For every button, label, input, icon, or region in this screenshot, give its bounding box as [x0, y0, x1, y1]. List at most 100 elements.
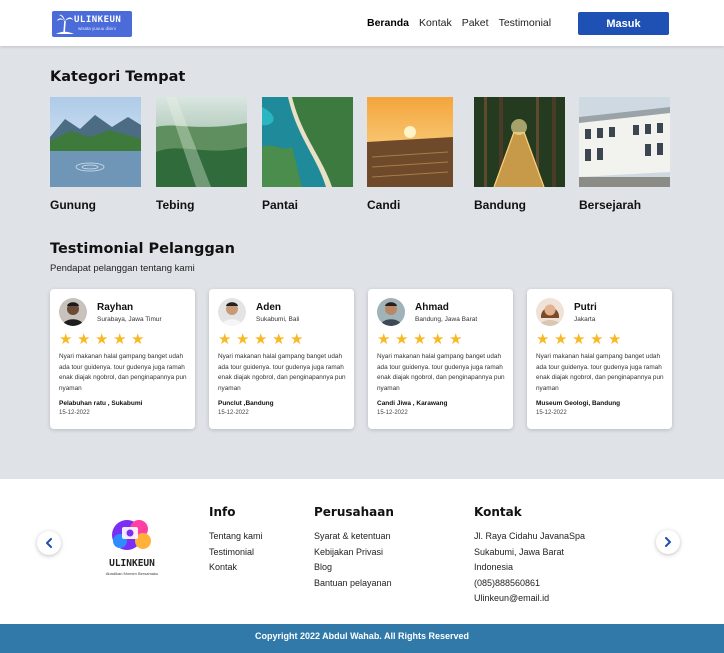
category-card-gunung[interactable]: Gunung [50, 97, 141, 212]
logo-text: ULINKEUN [74, 15, 122, 25]
footer-link-privasi[interactable]: Kebijakan Privasi [314, 547, 392, 563]
review-date: 15-12-2022 [218, 410, 249, 416]
footer-contact-info: Jl. Raya Cidahu JavanaSpa Sukabumi, Jawa… [474, 531, 585, 609]
museum-building-photo [579, 97, 670, 187]
star-icon: ★ [608, 331, 622, 348]
category-card-pantai[interactable]: Pantai [262, 97, 353, 212]
category-label: Pantai [262, 198, 299, 212]
mountain-lake-photo [50, 97, 141, 187]
nav-link-beranda[interactable]: Beranda [367, 17, 409, 29]
category-card-tebing[interactable]: Tebing [156, 97, 247, 212]
footer-contact-title: Kontak [474, 505, 522, 519]
footer-logo: ULINKEUN Abadikan Momen Bersamaku [103, 515, 161, 581]
reviewer-name: Ahmad [415, 302, 449, 313]
rating-stars: ★ ★ ★ ★ ★ [218, 331, 304, 348]
temple-sunset-photo [367, 97, 453, 187]
avatar [218, 298, 246, 326]
star-icon: ★ [590, 331, 604, 348]
category-label: Candi [367, 198, 401, 212]
testimonial-card: Ahmad Bandung, Jawa Barat ★ ★ ★ ★ ★ Nyari ma… [368, 289, 513, 429]
footer-logo-tagline: Abadikan Momen Bersamaku [106, 571, 158, 576]
reviewer-city: Jakarta [574, 316, 596, 323]
star-icon: ★ [131, 331, 145, 348]
footer-link-blog[interactable]: Blog [314, 562, 392, 578]
palm-tree-icon [56, 14, 74, 35]
testimonial-card: Aden Sukabumi, Bali ★ ★ ★ ★ ★ Nyari makanan … [209, 289, 354, 429]
reviewer-city: Surabaya, Jawa Timur [97, 316, 162, 323]
logo-tagline: wisata yuuuu disini [78, 26, 116, 31]
footer-company-title: Perusahaan [314, 505, 394, 519]
footer-company-links: Syarat & ketentuan Kebijakan Privasi Blo… [314, 531, 392, 593]
rating-stars: ★ ★ ★ ★ ★ [536, 331, 622, 348]
star-icon: ★ [377, 331, 391, 348]
category-card-bersejarah[interactable]: Bersejarah [579, 97, 670, 212]
star-icon: ★ [254, 331, 268, 348]
testimonials-subtitle: Pendapat pelanggan tentang kami [50, 263, 195, 274]
reviewer-name: Aden [256, 302, 281, 313]
nav-link-testimonial[interactable]: Testimonial [499, 17, 552, 29]
testimonial-card: Rayhan Surabaya, Jawa Timur ★ ★ ★ ★ ★ Nyari … [50, 289, 195, 429]
chevron-right-icon [665, 537, 671, 547]
contact-email[interactable]: Ulinkeun@email.id [474, 593, 585, 609]
footer-link-kontak[interactable]: Kontak [209, 562, 263, 578]
star-icon: ★ [554, 331, 568, 348]
category-label: Bersejarah [579, 198, 642, 212]
star-icon: ★ [536, 331, 550, 348]
brand-logo[interactable]: ULINKEUN wisata yuuuu disini [52, 11, 132, 37]
footer-link-testimonial[interactable]: Testimonial [209, 547, 263, 563]
star-icon: ★ [218, 331, 232, 348]
footer-logo-graphic: ULINKEUN Abadikan Momen Bersamaku [106, 520, 158, 576]
category-label: Gunung [50, 198, 96, 212]
testimonials-title: Testimonial Pelanggan [50, 241, 235, 257]
footer-link-tentang[interactable]: Tentang kami [209, 531, 263, 547]
star-icon: ★ [59, 331, 73, 348]
category-label: Bandung [474, 198, 526, 212]
star-icon: ★ [77, 331, 91, 348]
review-text: Nyari makanan halal gampang banget udah … [377, 353, 505, 392]
testimonial-card: Putri Jakarta ★ ★ ★ ★ ★ Nyari makanan halal … [527, 289, 672, 429]
star-icon: ★ [572, 331, 586, 348]
star-icon: ★ [413, 331, 427, 348]
nav-link-paket[interactable]: Paket [462, 17, 489, 29]
star-icon: ★ [95, 331, 109, 348]
footer-info-links: Tentang kami Testimonial Kontak [209, 531, 263, 578]
star-icon: ★ [236, 331, 250, 348]
chevron-left-icon [46, 538, 52, 548]
green-valley-photo [156, 97, 247, 187]
contact-phone: (085)888560861 [474, 577, 541, 588]
review-text: Nyari makanan halal gampang banget udah … [218, 353, 346, 392]
contact-city: Sukabumi, Jawa Barat [474, 546, 565, 557]
forest-bridge-photo [474, 97, 565, 187]
reviewer-name: Putri [574, 302, 597, 313]
copyright-bar: Copyright 2022 Abdul Wahab. All Rights R… [0, 624, 724, 653]
contact-address: Jl. Raya Cidahu JavanaSpa [474, 531, 586, 541]
footer-info-title: Info [209, 505, 236, 519]
footer: ULINKEUN Abadikan Momen Bersamaku Info T… [0, 479, 724, 624]
coast-aerial-photo [262, 97, 353, 187]
carousel-next-button[interactable] [656, 530, 680, 554]
reviewer-name: Rayhan [97, 302, 134, 313]
login-button[interactable]: Masuk [578, 12, 669, 35]
review-date: 15-12-2022 [377, 410, 408, 416]
carousel-prev-button[interactable] [37, 531, 61, 555]
star-icon: ★ [395, 331, 409, 348]
avatar [59, 298, 87, 326]
avatar [536, 298, 564, 326]
review-date: 15-12-2022 [59, 410, 90, 416]
category-card-candi[interactable]: Candi [367, 97, 453, 212]
star-icon: ★ [113, 331, 127, 348]
categories-title: Kategori Tempat [50, 69, 186, 85]
review-text: Nyari makanan halal gampang banget udah … [59, 353, 187, 392]
review-location: Pelabuhan ratu , Sukabumi [59, 400, 143, 407]
avatar [377, 298, 405, 326]
review-location: Museum Geologi, Bandung [536, 400, 621, 407]
top-navbar: ULINKEUN wisata yuuuu disini Beranda Kon… [0, 0, 724, 46]
footer-link-bantuan[interactable]: Bantuan pelayanan [314, 578, 392, 594]
review-location: Punclut ,Bandung [218, 400, 274, 407]
footer-link-syarat[interactable]: Syarat & ketentuan [314, 531, 392, 547]
nav-link-kontak[interactable]: Kontak [419, 17, 452, 29]
star-icon: ★ [272, 331, 286, 348]
category-card-bandung[interactable]: Bandung [474, 97, 565, 212]
review-date: 15-12-2022 [536, 410, 567, 416]
reviewer-city: Bandung, Jawa Barat [415, 316, 478, 323]
